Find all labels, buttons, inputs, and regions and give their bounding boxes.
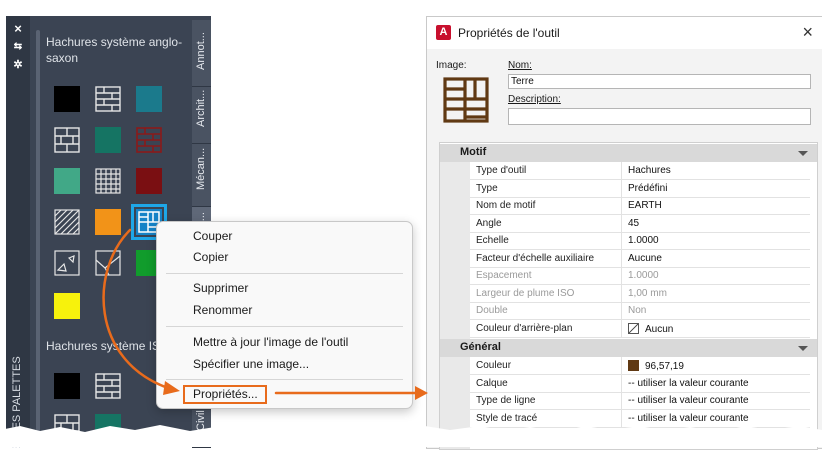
grid-hatch-icon — [95, 168, 121, 194]
hatch-tool-orange[interactable] — [95, 209, 121, 235]
close-icon[interactable]: × — [802, 22, 813, 42]
property-row[interactable]: Type de ligne -- utiliser la valeur coura… — [470, 392, 810, 410]
hatch-tool-block[interactable] — [54, 127, 80, 153]
hatch-tool-yellow[interactable] — [54, 293, 80, 319]
diagonal-hatch-icon — [54, 209, 80, 235]
property-row[interactable]: Facteur d'échelle auxiliaire Aucune — [470, 250, 810, 268]
hatch-tool-iso-black[interactable] — [54, 373, 80, 399]
menu-item-copy[interactable]: Copier — [193, 247, 228, 267]
properties-icon[interactable]: ✲ — [11, 58, 25, 72]
menu-item-cut[interactable]: Couper — [193, 226, 232, 246]
menu-separator — [166, 379, 403, 380]
autohide-icon[interactable]: ⇆ — [11, 40, 25, 54]
hatch-tool-gravel[interactable] — [54, 250, 80, 276]
menu-item-specify-image[interactable]: Spécifier une image... — [193, 354, 309, 374]
context-menu: Couper Copier Supprimer Renommer Mettre … — [156, 221, 413, 409]
hatch-tool-diagonal[interactable] — [54, 209, 80, 235]
hatch-tool-iso-brick[interactable] — [95, 373, 121, 399]
menu-separator — [166, 326, 403, 327]
dialog-title: Propriétés de l'outil — [458, 26, 560, 40]
menu-item-delete[interactable]: Supprimer — [193, 278, 248, 298]
color-swatch-icon — [628, 360, 639, 371]
property-row[interactable]: Nom de motif EARTH — [470, 197, 810, 215]
hatch-tool-mint[interactable] — [54, 168, 80, 194]
menu-item-rename[interactable]: Renommer — [193, 300, 252, 320]
tab-architecture[interactable]: Archit... — [192, 87, 211, 144]
group-title-ansi: Hachures système anglo-saxon — [46, 35, 183, 65]
properties-highlight — [183, 385, 267, 404]
close-icon[interactable]: × — [11, 22, 25, 36]
stone-hatch-icon — [95, 250, 121, 276]
red-brick-hatch-icon — [136, 127, 162, 153]
property-grid: Motif Type d'outil Hachures Type Prédéfini… — [439, 142, 818, 450]
property-row[interactable]: Echelle 1.0000 — [470, 232, 810, 250]
property-row: Largeur de plume ISO 1,00 mm — [470, 285, 810, 303]
hatch-tool-solid-black[interactable] — [54, 86, 80, 112]
category-motif[interactable]: Motif — [440, 144, 817, 162]
category-general[interactable]: Général — [440, 339, 817, 357]
property-row: Double Non — [470, 302, 810, 320]
property-row[interactable]: Angle 45 — [470, 215, 810, 233]
hatch-tool-red-brick[interactable] — [136, 127, 162, 153]
brick-hatch-icon — [95, 373, 121, 399]
hatch-tool-brick[interactable] — [95, 86, 121, 112]
no-background-icon — [628, 323, 639, 334]
hatch-tool-maroon[interactable] — [136, 168, 162, 194]
menu-item-update-image[interactable]: Mettre à jour l'image de l'outil — [193, 332, 348, 352]
description-label: Description: — [508, 94, 561, 105]
palette-titlebar[interactable]: × ⇆ ✲ TES LES PALETTES — [6, 16, 30, 448]
property-row: Espacement 1.0000 — [470, 267, 810, 285]
torn-edge — [0, 425, 822, 447]
property-row[interactable]: Calque -- utiliser la valeur courante — [470, 375, 810, 393]
hatch-tool-grid[interactable] — [95, 168, 121, 194]
tab-mechanical[interactable]: Mécan... — [192, 144, 211, 207]
gravel-hatch-icon — [54, 250, 80, 276]
tool-properties-dialog: A Propriétés de l'outil × Image: Nom: Te… — [426, 16, 822, 450]
hatch-tool-teal[interactable] — [136, 86, 162, 112]
image-label: Image: — [436, 60, 467, 71]
name-field[interactable]: Terre — [508, 74, 811, 89]
hatch-tool-green[interactable] — [95, 127, 121, 153]
property-row[interactable]: Couleur 96,57,19 — [470, 357, 810, 375]
property-row[interactable]: Type Prédéfini — [470, 180, 810, 198]
earth-hatch-preview[interactable] — [443, 77, 489, 123]
collapse-caret-icon — [798, 346, 808, 351]
palette-scrollbar[interactable] — [36, 30, 40, 435]
block-hatch-icon — [54, 127, 80, 153]
property-row[interactable]: Type d'outil Hachures — [470, 162, 810, 180]
description-field[interactable] — [508, 108, 811, 125]
autocad-logo-icon: A — [436, 25, 451, 40]
dialog-titlebar[interactable]: A Propriétés de l'outil × — [427, 17, 822, 49]
name-label: Nom: — [508, 60, 532, 71]
earth-hatch-icon — [443, 77, 489, 123]
property-row[interactable]: Couleur d'arrière-plan Aucun — [470, 320, 810, 338]
hatch-tool-stone[interactable] — [95, 250, 121, 276]
menu-separator — [166, 273, 403, 274]
brick-hatch-icon — [95, 86, 121, 112]
tab-annotation[interactable]: Annot... — [192, 20, 211, 87]
collapse-caret-icon — [798, 151, 808, 156]
